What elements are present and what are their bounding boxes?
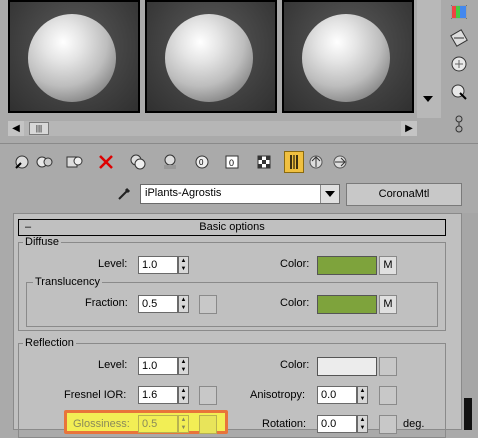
anisotropy-map-button[interactable] — [379, 386, 397, 405]
horizontal-scrollbar[interactable]: ||| — [24, 121, 401, 136]
diffuse-level-input[interactable]: 1.0 — [138, 256, 178, 274]
translucency-fraction-label: Fraction: — [85, 297, 128, 309]
collapse-toggle[interactable]: – — [25, 220, 31, 235]
translucency-fraction-map-button[interactable] — [199, 295, 217, 314]
anisotropy-input[interactable]: 0.0 — [317, 386, 357, 404]
glossiness-input[interactable]: 0.5 — [138, 415, 178, 433]
checker-icon[interactable] — [446, 0, 472, 24]
reflection-color-map-button[interactable] — [379, 357, 397, 376]
anisotropy-label: Anisotropy: — [250, 389, 306, 401]
chevron-down-icon — [325, 191, 335, 197]
fresnel-ior-spinner[interactable]: ▲ ▼ — [178, 386, 189, 404]
separator — [0, 143, 478, 144]
sample-sphere — [302, 14, 390, 102]
spinner-up-icon: ▲ — [359, 388, 366, 394]
rollout-basic-options[interactable]: – Basic options — [18, 219, 446, 236]
svg-text:0: 0 — [229, 158, 234, 168]
sample-sphere — [28, 14, 116, 102]
spinner-down-icon: ▼ — [180, 305, 187, 311]
translucency-fraction-input[interactable]: 0.5 — [138, 295, 178, 313]
material-name: iPlants-Agrostis — [145, 187, 222, 199]
spinner-down-icon: ▼ — [180, 425, 187, 431]
material-dropdown-button[interactable] — [320, 185, 339, 203]
show-end-result-icon[interactable] — [284, 151, 304, 173]
translucency-color-label: Color: — [280, 297, 310, 309]
material-type-label: CoronaMtl — [378, 188, 430, 200]
diffuse-color-label: Color: — [280, 258, 310, 270]
glossiness-map-button[interactable] — [199, 415, 217, 434]
translucency-map-button[interactable]: M — [379, 295, 397, 314]
glossiness-label: Glossiness: — [73, 418, 130, 430]
fresnel-ior-map-button[interactable] — [199, 386, 217, 405]
put-to-scene-icon[interactable] — [34, 151, 54, 173]
show-map-in-viewport-icon[interactable]: 0 — [222, 151, 242, 173]
diffuse-level-label: Level: — [98, 258, 128, 270]
svg-text:0: 0 — [199, 158, 204, 167]
spinner-up-icon: ▲ — [359, 417, 366, 423]
sample-slot-1[interactable] — [8, 0, 140, 113]
scroll-right-icon[interactable]: ▶ — [401, 121, 417, 136]
spinner-up-icon: ▲ — [180, 258, 187, 264]
rotation-unit: deg. — [403, 418, 425, 430]
material-id-icon[interactable]: 0 — [192, 151, 212, 173]
slot-scrollbar[interactable] — [417, 0, 441, 118]
rotation-label: Rotation: — [262, 418, 307, 430]
fresnel-ior-input[interactable]: 1.6 — [138, 386, 178, 404]
sample-uv-icon[interactable] — [446, 26, 472, 50]
reflection-level-label: Level: — [98, 359, 128, 371]
go-forward-to-sibling-icon[interactable] — [330, 151, 350, 173]
select-by-material-icon[interactable] — [446, 80, 472, 104]
diffuse-title: Diffuse — [23, 236, 62, 248]
spinner-up-icon: ▲ — [180, 359, 187, 365]
spinner-down-icon: ▼ — [359, 425, 366, 431]
spinner-up-icon: ▲ — [180, 388, 187, 394]
spinner-up-icon: ▲ — [180, 417, 187, 423]
sample-slot-2[interactable] — [145, 0, 277, 113]
sample-slot-3[interactable] — [282, 0, 414, 113]
diffuse-map-button[interactable]: M — [379, 256, 397, 275]
reflection-level-input[interactable]: 1.0 — [138, 357, 178, 375]
translucency-fraction-spinner[interactable]: ▲ ▼ — [178, 295, 189, 313]
reflection-title: Reflection — [23, 337, 76, 349]
show-shaded-icon[interactable] — [254, 151, 274, 173]
get-material-icon[interactable] — [12, 151, 32, 173]
panel-scroll-thumb[interactable] — [464, 398, 472, 430]
reflection-color-swatch[interactable] — [317, 357, 377, 376]
panel-scrollbar[interactable] — [462, 213, 478, 430]
spinner-down-icon: ▼ — [359, 396, 366, 402]
material-type-button[interactable]: CoronaMtl — [346, 183, 462, 206]
put-to-library-icon[interactable] — [160, 151, 180, 173]
rotation-map-button[interactable] — [379, 415, 397, 434]
anisotropy-spinner[interactable]: ▲ ▼ — [357, 386, 368, 404]
reset-map-icon[interactable] — [96, 151, 116, 173]
diffuse-color-swatch[interactable] — [317, 256, 377, 275]
diffuse-level-spinner[interactable]: ▲ ▼ — [178, 256, 189, 274]
material-name-field[interactable]: iPlants-Agrostis — [140, 184, 340, 204]
spinner-down-icon: ▼ — [180, 367, 187, 373]
assign-to-selection-icon[interactable] — [64, 151, 84, 173]
reflection-color-label: Color: — [280, 359, 310, 371]
go-to-parent-icon[interactable] — [306, 151, 326, 173]
eyedropper-button[interactable] — [114, 184, 134, 204]
sample-sphere — [165, 14, 253, 102]
translucency-title: Translucency — [33, 276, 103, 288]
scroll-left-icon[interactable]: ◀ — [8, 121, 24, 136]
glossiness-spinner[interactable]: ▲ ▼ — [178, 415, 189, 433]
spinner-down-icon: ▼ — [180, 266, 187, 272]
translucency-color-swatch[interactable] — [317, 295, 377, 314]
eyedropper-icon — [118, 187, 131, 200]
make-unique-icon[interactable] — [128, 151, 148, 173]
scroll-thumb[interactable]: ||| — [29, 122, 49, 135]
spinner-up-icon: ▲ — [180, 297, 187, 303]
reflection-level-spinner[interactable]: ▲ ▼ — [178, 357, 189, 375]
rotation-input[interactable]: 0.0 — [317, 415, 357, 433]
spinner-down-icon: ▼ — [180, 396, 187, 402]
backlight-icon[interactable] — [446, 52, 472, 76]
rotation-spinner[interactable]: ▲ ▼ — [357, 415, 368, 433]
fresnel-ior-label: Fresnel IOR: — [64, 389, 127, 401]
rollout-title: Basic options — [199, 221, 265, 233]
options-icon[interactable] — [446, 112, 472, 136]
scroll-down-icon[interactable] — [423, 96, 433, 102]
